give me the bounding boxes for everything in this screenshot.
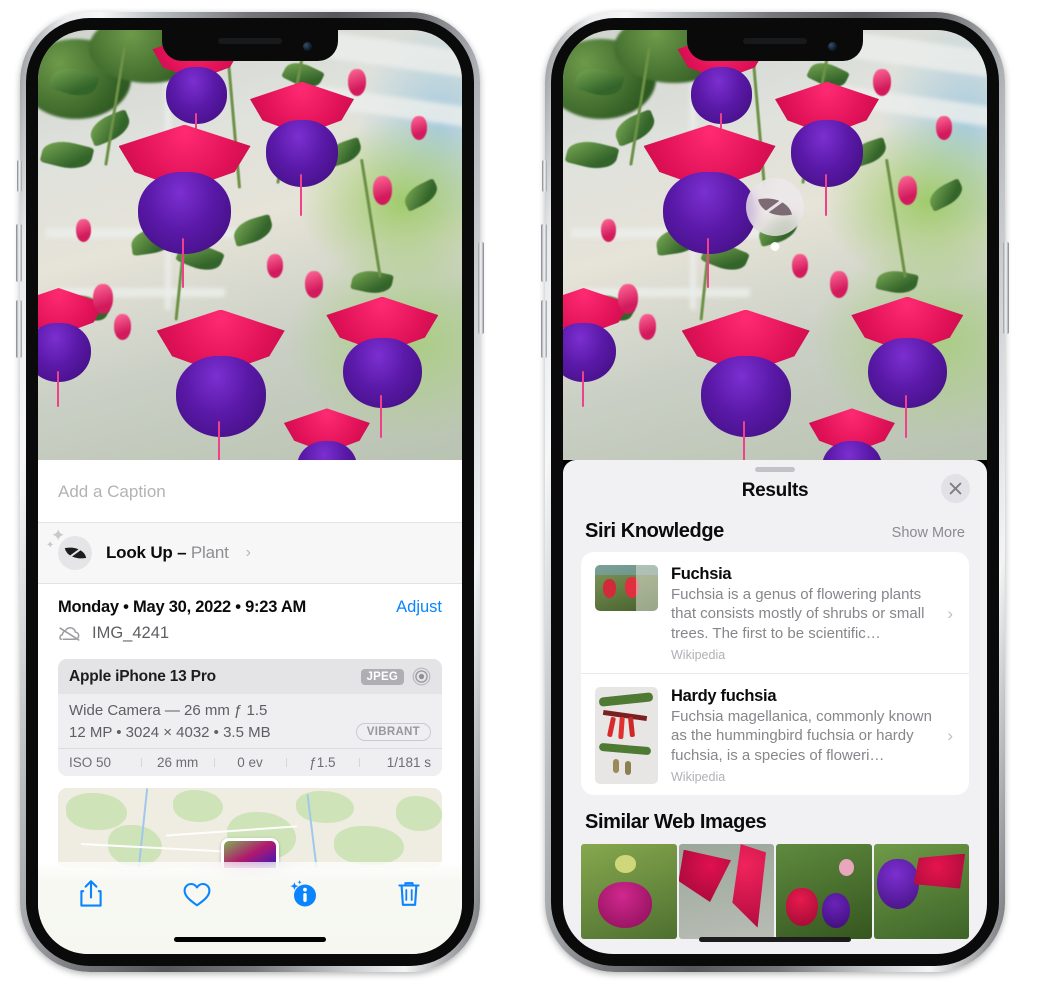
leaf-icon: ✦ ✦: [46, 527, 92, 570]
web-image-thumbnail[interactable]: [776, 844, 872, 940]
look-up-dash: –: [172, 543, 191, 562]
image-size-info: 12 MP • 3024 × 4032 • 3.5 MB: [69, 723, 271, 741]
mute-switch-right[interactable]: [542, 160, 547, 192]
screen-left: Add a Caption ✦ ✦ Look Up – Plant › Mond…: [38, 30, 462, 954]
front-camera-icon: [303, 42, 312, 51]
look-up-kind: Plant: [190, 543, 229, 562]
screenshot-stage: Add a Caption ✦ ✦ Look Up – Plant › Mond…: [0, 0, 1055, 985]
notch-right: [687, 30, 863, 61]
exif-stat-shutter: 1/181 s: [358, 755, 431, 770]
list-item[interactable]: Hardy fuchsia Fuchsia magellanica, commo…: [581, 673, 969, 795]
look-up-title: Look Up: [106, 543, 173, 562]
format-badge: JPEG: [360, 668, 404, 685]
volume-down-button-left[interactable]: [16, 300, 22, 358]
siri-knowledge-title: Siri Knowledge: [585, 520, 724, 542]
close-button[interactable]: [941, 474, 970, 503]
web-image-thumbnail[interactable]: [873, 844, 969, 940]
volume-down-button-right[interactable]: [541, 300, 547, 358]
screen-right: Results Siri Knowledge Show More Fuchsia…: [563, 30, 987, 954]
result-source: Wikipedia: [671, 770, 726, 785]
style-badge: VIBRANT: [355, 723, 431, 741]
front-camera-icon: [828, 42, 837, 51]
web-image-thumbnail[interactable]: [678, 844, 774, 940]
result-thumbnail: [595, 687, 658, 785]
siri-knowledge-card: Fuchsia Fuchsia is a genus of flowering …: [581, 552, 969, 796]
siri-knowledge-header: Siri Knowledge Show More: [563, 512, 987, 552]
chevron-right-icon: ›: [245, 544, 251, 561]
photo-fuchsia-left[interactable]: [38, 30, 462, 460]
earpiece-speaker: [218, 38, 282, 44]
volume-up-button-left[interactable]: [16, 224, 22, 282]
list-item[interactable]: Fuchsia Fuchsia is a genus of flowering …: [581, 552, 969, 673]
iphone-left: Add a Caption ✦ ✦ Look Up – Plant › Mond…: [16, 12, 484, 972]
mute-switch-left[interactable]: [17, 160, 22, 192]
chevron-right-icon: ›: [947, 603, 953, 623]
result-title: Fuchsia: [671, 565, 732, 583]
photo-info-sheet: Add a Caption ✦ ✦ Look Up – Plant › Mond…: [38, 460, 462, 954]
result-description: Fuchsia is a genus of flowering plants t…: [671, 586, 925, 642]
earpiece-speaker: [743, 38, 807, 44]
visual-look-up-badge[interactable]: [746, 178, 804, 236]
delete-button[interactable]: [386, 874, 432, 914]
home-indicator-right[interactable]: [699, 937, 851, 942]
sparkle-icon: ✦: [51, 526, 66, 545]
look-up-row[interactable]: ✦ ✦ Look Up – Plant ›: [38, 523, 462, 584]
iphone-right: Results Siri Knowledge Show More Fuchsia…: [541, 12, 1009, 972]
metadata-block: Monday • May 30, 2022 • 9:23 AM Adjust I…: [38, 584, 462, 653]
volume-up-button-right[interactable]: [541, 224, 547, 282]
aperture-icon: [412, 667, 431, 686]
exif-stat-ev: 0 ev: [213, 755, 286, 770]
result-source: Wikipedia: [671, 648, 726, 663]
exif-stat-focal: 26 mm: [141, 755, 213, 770]
share-button[interactable]: [68, 874, 114, 914]
exif-card[interactable]: Apple iPhone 13 Pro JPEG Wide Camera — 2…: [58, 659, 442, 776]
notch-left: [162, 30, 338, 61]
favorite-button[interactable]: [174, 874, 220, 914]
result-description: Fuchsia magellanica, commonly known as t…: [671, 708, 932, 764]
web-image-thumbnail[interactable]: [581, 844, 677, 940]
home-indicator-left[interactable]: [174, 937, 326, 942]
camera-device: Apple iPhone 13 Pro: [69, 667, 216, 685]
similar-web-images-strip: [563, 844, 987, 940]
info-button[interactable]: [280, 874, 326, 914]
adjust-button[interactable]: Adjust: [396, 598, 442, 617]
show-more-button[interactable]: Show More: [892, 525, 965, 541]
power-button-left[interactable]: [478, 242, 484, 334]
lens-info: Wide Camera — 26 mm ƒ 1.5: [69, 702, 268, 719]
chevron-right-icon: ›: [947, 725, 953, 745]
power-button-right[interactable]: [1003, 242, 1009, 334]
results-title: Results: [741, 480, 809, 501]
visual-look-up-dot: [770, 242, 780, 251]
exif-stat-aperture: ƒ1.5: [286, 755, 358, 770]
photo-filename: IMG_4241: [92, 624, 170, 642]
photo-date: Monday • May 30, 2022 • 9:23 AM: [58, 598, 307, 616]
exif-stats-row: ISO 50 26 mm 0 ev ƒ1.5 1/181 s: [58, 748, 442, 776]
similar-web-images-header: Similar Web Images: [563, 795, 987, 840]
look-up-label: Look Up – Plant: [106, 543, 229, 563]
results-sheet: Results Siri Knowledge Show More Fuchsia…: [563, 460, 987, 954]
result-thumbnail: [595, 565, 658, 611]
exif-stat-iso: ISO 50: [69, 755, 112, 770]
sparkle-small-icon: ✦: [46, 540, 55, 551]
cloud-slash-icon: [58, 626, 82, 642]
similar-web-images-title: Similar Web Images: [585, 811, 767, 834]
result-title: Hardy fuchsia: [671, 687, 777, 706]
leaf-icon: [758, 193, 792, 221]
caption-input[interactable]: Add a Caption: [38, 460, 462, 523]
location-map[interactable]: [58, 788, 442, 868]
